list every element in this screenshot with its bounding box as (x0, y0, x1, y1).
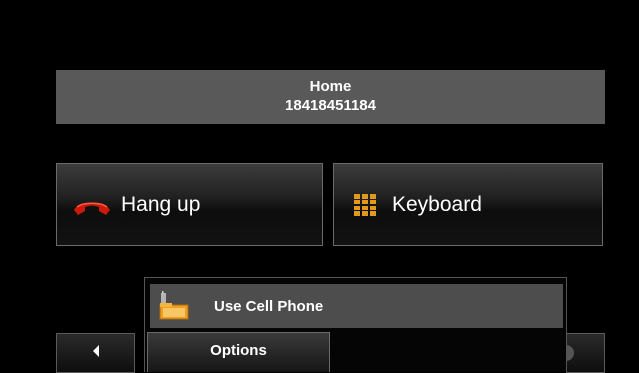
caller-info-bar: Home 18418451184 (56, 70, 605, 124)
cell-phone-icon (158, 291, 192, 321)
options-button[interactable]: Options (147, 332, 330, 372)
hang-up-button[interactable]: Hang up (56, 163, 323, 246)
hang-up-label: Hang up (121, 192, 201, 216)
partial-icon (566, 345, 574, 361)
use-cell-phone-label: Use Cell Phone (214, 297, 324, 315)
keyboard-button[interactable]: Keyboard (333, 163, 603, 246)
keypad-icon (354, 193, 376, 216)
next-button[interactable] (566, 333, 605, 373)
keyboard-label: Keyboard (392, 192, 482, 216)
caller-name: Home (309, 78, 352, 95)
options-label: Options (210, 342, 267, 359)
arrow-left-icon (91, 344, 101, 363)
previous-button[interactable] (56, 333, 135, 373)
phone-hangup-icon (71, 196, 113, 218)
use-cell-phone-item[interactable]: Use Cell Phone (150, 284, 563, 328)
caller-number: 18418451184 (285, 97, 376, 114)
